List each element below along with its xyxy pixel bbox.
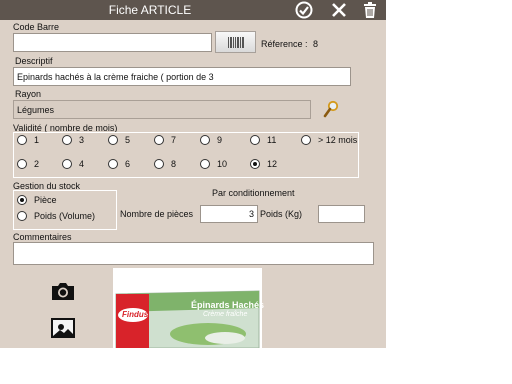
stock-poids-label: Poids (Volume) [34, 211, 96, 221]
validite-option-label: 5 [125, 135, 131, 145]
reference-value: 8 [313, 39, 319, 49]
rayon-field[interactable]: Légumes [13, 100, 311, 119]
validite-radio-11[interactable] [250, 135, 260, 145]
validite-radio-8[interactable] [154, 159, 164, 169]
reference-label: Réference : [261, 39, 308, 49]
validite-option-label: 9 [217, 135, 223, 145]
article-form-panel: Fiche ARTICLE Code Barre Réference : 8 D… [0, 0, 386, 349]
conditionnement-label: Par conditionnement [212, 188, 295, 198]
validite-radio-7[interactable] [154, 135, 164, 145]
validite-option-label: 4 [79, 159, 85, 169]
close-icon[interactable] [330, 1, 348, 19]
validite-option-label: > 12 mois [318, 135, 358, 145]
validite-radio-10[interactable] [200, 159, 210, 169]
validite-radio-6[interactable] [108, 159, 118, 169]
validite-option-label: 10 [217, 159, 228, 169]
code-barre-input[interactable] [13, 33, 212, 52]
validite-option-label: 3 [79, 135, 85, 145]
validite-radio-12[interactable] [250, 159, 260, 169]
commentaires-input[interactable] [13, 242, 374, 265]
product-photo[interactable]: Findus Épinards Hachés Crème fraîche [113, 268, 265, 349]
validite-radio-9[interactable] [200, 135, 210, 145]
gallery-image-icon[interactable] [50, 317, 76, 339]
title-bar: Fiche ARTICLE [0, 0, 386, 20]
validite-radio-12mois[interactable] [301, 135, 311, 145]
validite-option-label: 6 [125, 159, 131, 169]
stock-piece-radio[interactable] [17, 195, 27, 205]
barcode-icon [228, 37, 244, 48]
validite-radio-2[interactable] [17, 159, 27, 169]
validite-option-label: 2 [34, 159, 40, 169]
camera-icon[interactable] [50, 280, 76, 302]
poids-label: Poids (Kg) [260, 209, 303, 219]
validite-radio-4[interactable] [62, 159, 72, 169]
validite-option-label: 1 [34, 135, 40, 145]
stock-group [13, 190, 117, 230]
validite-option-label: 8 [171, 159, 177, 169]
validite-radio-3[interactable] [62, 135, 72, 145]
validite-option-label: 7 [171, 135, 177, 145]
poids-input[interactable] [318, 205, 365, 223]
code-barre-label: Code Barre [13, 22, 60, 32]
product-brand-text: Findus [122, 310, 149, 319]
rayon-label: Rayon [15, 89, 42, 99]
commentaires-label: Commentaires [13, 232, 72, 242]
window-title: Fiche ARTICLE [108, 3, 192, 17]
validite-option-label: 12 [267, 159, 278, 169]
confirm-check-icon[interactable] [295, 1, 313, 19]
pieces-label: Nombre de pièces [120, 209, 194, 219]
validite-radio-5[interactable] [108, 135, 118, 145]
search-magnifier-icon[interactable] [323, 100, 339, 118]
descriptif-input[interactable]: Epinards hachés à la crème fraiche ( por… [13, 67, 351, 86]
product-name-text: Épinards Hachés [191, 300, 265, 310]
stock-piece-label: Pièce [34, 195, 57, 205]
descriptif-label: Descriptif [15, 56, 53, 66]
trash-icon[interactable] [361, 1, 379, 19]
pieces-input[interactable]: 3 [200, 205, 258, 223]
product-subname-text: Crème fraîche [203, 311, 248, 318]
validite-option-label: 11 [267, 135, 277, 145]
validite-radio-1[interactable] [17, 135, 27, 145]
stock-poids-radio[interactable] [17, 211, 27, 221]
barcode-scan-button[interactable] [215, 31, 256, 53]
bottom-area [0, 348, 512, 384]
